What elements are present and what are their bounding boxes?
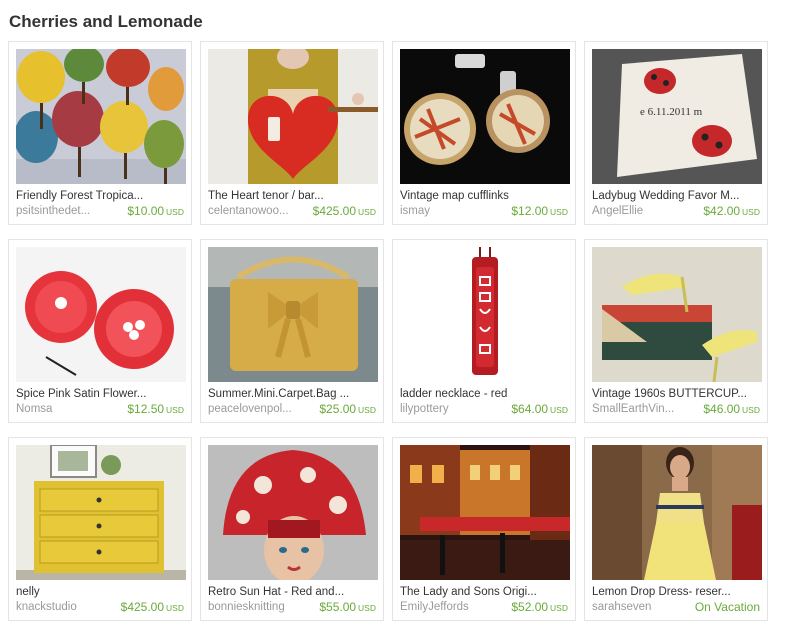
item-thumbnail[interactable] <box>400 247 570 382</box>
item-title[interactable]: Ladybug Wedding Favor M... <box>592 190 762 202</box>
price-currency: USD <box>166 405 184 415</box>
price-currency: USD <box>742 207 760 217</box>
price-value: $25.00 <box>319 402 357 416</box>
item-title[interactable]: Lemon Drop Dress- reser... <box>592 586 762 598</box>
item-thumbnail[interactable] <box>16 247 186 382</box>
item-thumbnail[interactable] <box>592 247 762 382</box>
item-price: $12.50 USD <box>127 402 184 416</box>
price-currency: USD <box>550 207 568 217</box>
item-price: $64.00 USD <box>511 402 568 416</box>
item-thumbnail[interactable] <box>208 247 378 382</box>
item-title[interactable]: Friendly Forest Tropica... <box>16 190 186 202</box>
price-value: $12.00 <box>511 204 549 218</box>
shop-name[interactable]: ismay <box>400 205 500 217</box>
item-card[interactable]: Lemon Drop Dress- reser... sarahseven On… <box>584 437 768 621</box>
price-value: $10.00 <box>127 204 165 218</box>
item-thumbnail[interactable] <box>400 445 570 580</box>
shop-name[interactable]: psitsinthedet... <box>16 205 116 217</box>
item-thumbnail[interactable] <box>208 49 378 184</box>
item-title[interactable]: Summer.Mini.Carpet.Bag ... <box>208 388 378 400</box>
shop-name[interactable]: Nomsa <box>16 403 116 415</box>
item-title[interactable]: The Heart tenor / bar... <box>208 190 378 202</box>
item-title[interactable]: The Lady and Sons Origi... <box>400 586 570 598</box>
item-card[interactable]: e 6.11.2011 m Ladybug Wedding Favor M...… <box>584 41 768 225</box>
item-price: $425.00 USD <box>313 204 376 218</box>
price-value: $425.00 <box>312 204 357 218</box>
item-thumbnail[interactable]: e 6.11.2011 m <box>592 49 762 184</box>
item-price: $25.00 USD <box>319 402 376 416</box>
item-thumbnail[interactable] <box>16 49 186 184</box>
svg-text:e 6.11.2011 m: e 6.11.2011 m <box>640 106 703 118</box>
shop-name[interactable]: SmallEarthVin... <box>592 403 692 415</box>
shop-name[interactable]: sarahseven <box>592 601 692 613</box>
item-card[interactable]: Vintage 1960s BUTTERCUP... SmallEarthVin… <box>584 239 768 423</box>
shop-name[interactable]: peacelovenpol... <box>208 403 308 415</box>
item-price: $10.00 USD <box>127 204 184 218</box>
item-price: $425.00 USD <box>121 600 184 614</box>
item-price: $42.00 USD <box>703 204 760 218</box>
price-currency: USD <box>358 207 376 217</box>
item-card[interactable]: Spice Pink Satin Flower... Nomsa $12.50 U… <box>8 239 192 423</box>
item-card[interactable]: nelly knackstudio $425.00 USD <box>8 437 192 621</box>
item-price: $52.00 USD <box>511 600 568 614</box>
price-currency: USD <box>166 207 184 217</box>
price-value: $64.00 <box>511 402 549 416</box>
treasury-title: Cherries and Lemonade <box>9 12 203 31</box>
price-value: $55.00 <box>319 600 357 614</box>
price-currency: USD <box>550 405 568 415</box>
item-title[interactable]: Vintage 1960s BUTTERCUP... <box>592 388 762 400</box>
price-currency: USD <box>742 405 760 415</box>
price-currency: USD <box>358 405 376 415</box>
item-price: $55.00 USD <box>319 600 376 614</box>
shop-name[interactable]: celentanowoo... <box>208 205 308 217</box>
shop-name[interactable]: lilypottery <box>400 403 500 415</box>
price-currency: USD <box>550 603 568 613</box>
vacation-status: On Vacation <box>694 600 760 614</box>
price-value: $46.00 <box>703 402 741 416</box>
item-card[interactable]: Friendly Forest Tropica... psitsinthedet… <box>8 41 192 225</box>
price-value: $12.50 <box>127 402 165 416</box>
shop-name[interactable]: AngelEllie <box>592 205 692 217</box>
price-value: $42.00 <box>703 204 741 218</box>
shop-name[interactable]: bonniesknitting <box>208 601 308 613</box>
item-title[interactable]: Vintage map cufflinks <box>400 190 570 202</box>
item-card[interactable]: The Heart tenor / bar... celentanowoo...… <box>200 41 384 225</box>
item-card[interactable]: Vintage map cufflinks ismay $12.00 USD <box>392 41 576 225</box>
item-price: $46.00 USD <box>703 402 760 416</box>
item-card[interactable]: Summer.Mini.Carpet.Bag ... peacelovenpol… <box>200 239 384 423</box>
item-thumbnail[interactable] <box>16 445 186 580</box>
item-title[interactable]: nelly <box>16 586 186 598</box>
item-thumbnail[interactable] <box>400 49 570 184</box>
item-card[interactable]: Retro Sun Hat - Red and... bonniesknitti… <box>200 437 384 621</box>
item-price: $12.00 USD <box>511 204 568 218</box>
item-thumbnail[interactable] <box>592 445 762 580</box>
shop-name[interactable]: EmilyJeffords <box>400 601 500 613</box>
item-card[interactable]: The Lady and Sons Origi... EmilyJeffords… <box>392 437 576 621</box>
price-value: $425.00 <box>120 600 165 614</box>
item-title[interactable]: ladder necklace - red <box>400 388 570 400</box>
item-title[interactable]: Retro Sun Hat - Red and... <box>208 586 378 598</box>
item-grid: Friendly Forest Tropica... psitsinthedet… <box>8 41 768 621</box>
item-thumbnail[interactable] <box>208 445 378 580</box>
item-card[interactable]: ladder necklace - red lilypottery $64.00… <box>392 239 576 423</box>
price-currency: USD <box>166 603 184 613</box>
item-title[interactable]: Spice Pink Satin Flower... <box>16 388 186 400</box>
price-currency: USD <box>358 603 376 613</box>
shop-name[interactable]: knackstudio <box>16 601 116 613</box>
price-value: $52.00 <box>511 600 549 614</box>
